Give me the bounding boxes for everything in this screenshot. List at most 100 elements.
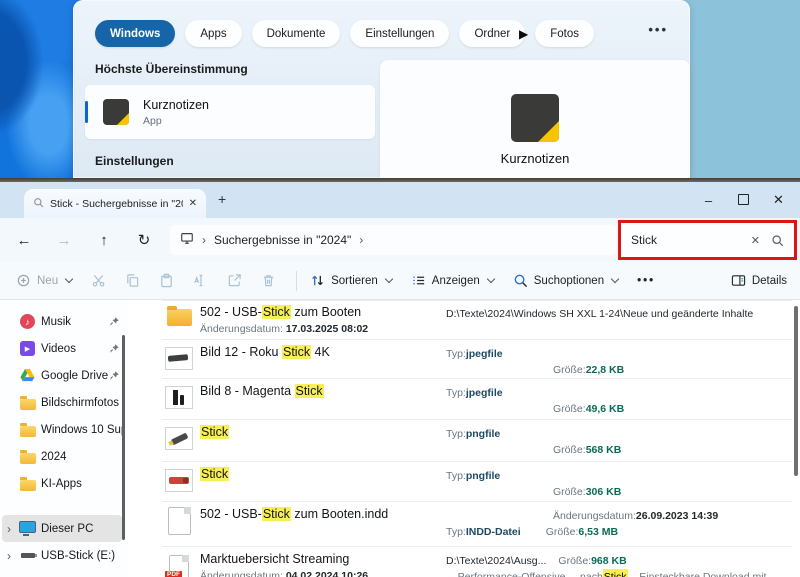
filelist-scrollbar[interactable] (794, 306, 798, 476)
sidebar-list: ♪Musik ▶ Videos Google DriveBildschirmfotos… (0, 308, 128, 569)
file-row[interactable]: PDFMarktuebersicht StreamingÄnderungsdat… (128, 547, 800, 577)
sidebar-item-2024[interactable]: 2024 (2, 443, 122, 470)
file-row[interactable]: StickTyp: pngfileGröße: 568 KB (128, 420, 800, 462)
pc-icon (19, 521, 36, 537)
view-list-icon (411, 273, 426, 288)
search-tab-windows[interactable]: Windows (95, 20, 175, 47)
expand-arrow-icon[interactable]: ▶ (519, 27, 528, 41)
result-name: Kurznotizen (143, 98, 209, 112)
roku-file-icon (164, 345, 194, 379)
rename-button[interactable] (193, 273, 208, 288)
delete-button[interactable] (261, 273, 276, 288)
usb-file-icon (164, 425, 194, 462)
back-button[interactable]: ← (4, 232, 44, 249)
sidebar-item-videos[interactable]: ▶ Videos (2, 335, 122, 362)
file-details: D:\Texte\2024\Ausg...Größe: 968 KB... Pe… (446, 552, 800, 577)
details-pane-button[interactable]: Details (731, 273, 787, 288)
toolbar-divider (296, 271, 297, 291)
folder-icon (19, 395, 36, 411)
file-name: 502 - USB-Stick zum Booten.indd (200, 507, 446, 521)
sidebar-item-label: 2024 (41, 451, 122, 463)
file-subtext: Änderungsdatum: 17.03.2025 08:02 (200, 322, 446, 336)
file-name-cell: Bild 12 - Roku Stick 4K (200, 345, 446, 379)
file-row[interactable]: Bild 12 - Roku Stick 4KTyp: jpegfileGröß… (128, 340, 800, 379)
address-bar: ← → ↑ ↻ › Suchergebnisse in "2024" › Sti… (0, 218, 800, 262)
sidebar-item-google-drive[interactable]: Google Drive (2, 362, 122, 389)
pin-icon (109, 370, 120, 381)
sidebar-item-musik[interactable]: ♪Musik (2, 308, 122, 335)
paste-button[interactable] (159, 273, 174, 288)
screen: Windows Apps Dokumente Einstellungen Ordner F… (0, 0, 800, 577)
file-row[interactable]: 502 - USB-Stick zum Booten Änderungsdatum… (128, 300, 800, 340)
file-row[interactable]: 502 - USB-Stick zum Booten.inddÄnderungs… (128, 502, 800, 547)
copy-icon (125, 273, 140, 288)
refresh-button[interactable]: ↻ (124, 231, 164, 249)
sticky-notes-icon-large (511, 94, 559, 142)
search-tab-apps[interactable]: Apps (185, 20, 241, 47)
sidebar-item-windows-10-sup[interactable]: Windows 10 Sup (2, 416, 122, 443)
search-results-list: 502 - USB-Stick zum Booten Änderungsdatum… (128, 300, 800, 577)
file-name: 502 - USB-Stick zum Booten (200, 305, 446, 319)
close-button[interactable]: ✕ (761, 192, 796, 208)
copy-button[interactable] (125, 273, 140, 288)
sidebar-item-ki-apps[interactable]: KI-Apps (2, 470, 122, 497)
file-row[interactable]: Bild 8 - Magenta StickTyp: jpegfileGröße… (128, 379, 800, 420)
file-name-cell: Stick (200, 425, 446, 462)
sidebar-item-label: Videos (41, 343, 108, 355)
search-tab-ordner[interactable]: Ordner (459, 20, 525, 47)
tab-close-icon[interactable]: ✕ (189, 198, 197, 209)
titlebar: Stick - Suchergebnisse in "202 ✕ + – ✕ (0, 182, 800, 218)
explorer-tab[interactable]: Stick - Suchergebnisse in "202 ✕ (24, 189, 206, 218)
breadcrumb-chevron-icon[interactable]: › (359, 233, 363, 247)
selection-accent-bar (85, 101, 88, 123)
search-options-button[interactable]: Suchoptionen (513, 273, 618, 288)
forward-button[interactable]: → (44, 232, 84, 249)
search-tab-fotos[interactable]: Fotos (535, 20, 594, 47)
video-icon: ▶ (19, 341, 36, 357)
search-input[interactable]: Stick (621, 233, 740, 247)
new-button[interactable]: Neu (16, 273, 72, 288)
tab-search-icon (33, 195, 44, 213)
file-name-cell: Marktuebersicht StreamingÄnderungsdatum:… (200, 552, 446, 577)
indd-file-icon (164, 507, 194, 547)
up-button[interactable]: ↑ (84, 232, 124, 249)
result-type: App (143, 115, 209, 127)
share-icon (227, 273, 242, 288)
address-field[interactable]: › Suchergebnisse in "2024" › (170, 225, 616, 255)
search-tab-dokumente[interactable]: Dokumente (252, 20, 341, 47)
file-details: Typ: pngfileGröße: 568 KB (446, 425, 800, 462)
sidebar-item-label: Musik (41, 316, 108, 328)
share-button[interactable] (227, 273, 242, 288)
usb-icon (19, 548, 36, 564)
panel-more-icon[interactable]: ••• (648, 22, 668, 37)
sidebar-scrollbar[interactable] (122, 335, 125, 540)
file-row[interactable]: StickTyp: pngfileGröße: 306 KB (128, 462, 800, 502)
sort-button[interactable]: Sortieren (310, 273, 392, 288)
maximize-button[interactable] (726, 193, 761, 208)
sidebar-item-usb-stick-e[interactable]: ›USB-Stick (E:) (2, 542, 122, 569)
gdrive-icon (19, 368, 36, 384)
view-button[interactable]: Anzeigen (411, 273, 494, 288)
breadcrumb[interactable]: Suchergebnisse in "2024" (214, 233, 351, 247)
minimize-button[interactable]: – (691, 193, 726, 208)
start-search-panel: Windows Apps Dokumente Einstellungen Ordner F… (73, 0, 690, 178)
clear-search-icon[interactable]: ✕ (740, 234, 771, 247)
sidebar-item-label: Windows 10 Sup (41, 424, 122, 436)
trash-icon (261, 273, 276, 288)
search-result-kurznotizen[interactable]: Kurznotizen App (85, 85, 375, 139)
sidebar-item-label: USB-Stick (E:) (41, 550, 122, 562)
preview-app-name: Kurznotizen (380, 151, 690, 166)
search-tab-einstellungen[interactable]: Einstellungen (350, 20, 449, 47)
toolbar-more-icon[interactable]: ••• (637, 275, 655, 287)
new-tab-button[interactable]: + (218, 191, 226, 207)
file-name-cell: Bild 8 - Magenta Stick (200, 384, 446, 420)
sidebar-item-dieser-pc[interactable]: ›Dieser PC (2, 515, 122, 542)
breadcrumb-chevron-icon[interactable]: › (202, 233, 206, 247)
search-box-annotated: Stick ✕ (618, 220, 797, 260)
desktop-area: Windows Apps Dokumente Einstellungen Ordner F… (0, 0, 800, 178)
file-name-cell: Stick (200, 467, 446, 502)
search-icon[interactable] (771, 234, 784, 247)
sidebar-item-bildschirmfotos[interactable]: Bildschirmfotos (2, 389, 122, 416)
cut-button[interactable] (91, 273, 106, 288)
search-tabs: Windows Apps Dokumente Einstellungen Ordner F… (73, 0, 690, 47)
